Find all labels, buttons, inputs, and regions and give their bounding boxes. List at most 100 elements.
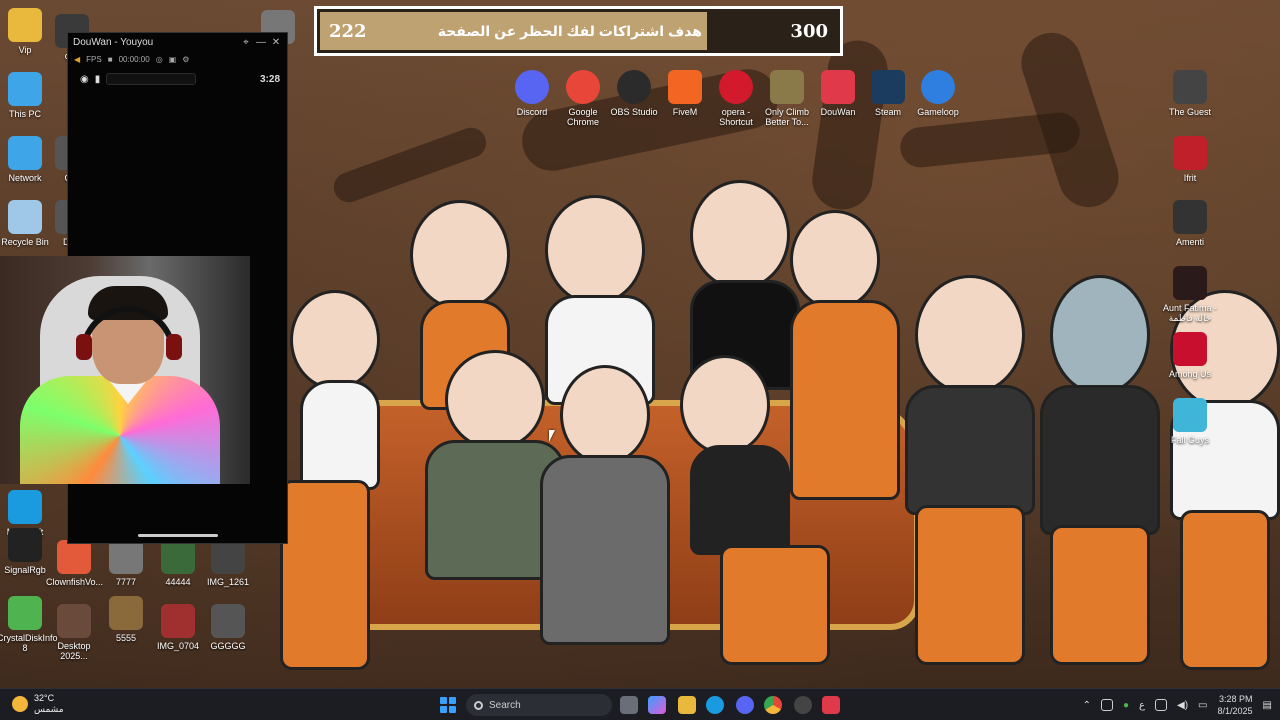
desktop-icon-left-9[interactable]: ClownfishVo... (46, 540, 104, 587)
chevron-up-icon[interactable]: ⌃ (1083, 700, 1091, 711)
desktop-icon-label: 5555 (115, 633, 137, 643)
weather-temp: 32°C (34, 693, 55, 703)
battery-icon[interactable]: ▭ (1198, 700, 1207, 711)
desktop-icon-top-8[interactable]: Gameloop (910, 70, 966, 117)
shortcut-icon (109, 540, 143, 574)
taskbar-clock[interactable]: 3:28 PM 8/1/2025 (1218, 693, 1253, 717)
network-icon[interactable] (1101, 699, 1113, 711)
shortcut-icon (1173, 398, 1207, 432)
taskbar: 32°C مشمس Search ⌃ ● ع ◀) ▭ 3:28 PM 8/1/… (0, 688, 1280, 720)
desktop-icon-top-7[interactable]: Steam (860, 70, 916, 117)
weather-condition: مشمس (34, 704, 64, 714)
desktop-icon-left-2[interactable]: This PC (0, 72, 53, 119)
desktop-icon-top-6[interactable]: DouWan (810, 70, 866, 117)
desktop-icon-right-1[interactable]: Ifrit (1162, 136, 1218, 183)
desktop-icon-left-12[interactable]: IMG_1261 (200, 540, 256, 587)
shortcut-icon (161, 604, 195, 638)
desktop-icon-label: Discord (516, 107, 548, 117)
douwan-titlebar[interactable]: DouWan - Youyou ⌖ — ✕ (68, 33, 287, 51)
notification-icon[interactable]: ▤ (1263, 700, 1272, 711)
settings-icon[interactable]: ⚙ (182, 55, 189, 64)
desktop-icon-label: SignalRgb (4, 565, 46, 575)
douwan-icon (821, 70, 855, 104)
copilot-icon[interactable] (648, 696, 666, 714)
pin-icon[interactable]: ⌖ (240, 37, 252, 48)
goal-label: هدف اشتراكات لفك الحظر عن الصفحة (437, 23, 702, 39)
weather-widget[interactable]: 32°C مشمس (12, 693, 64, 715)
mouse-cursor (549, 430, 555, 442)
desktop-icon-top-3[interactable]: FiveM (657, 70, 713, 117)
shortcut-icon (8, 8, 42, 42)
chrome-icon[interactable] (764, 696, 782, 714)
close-button[interactable]: ✕ (270, 37, 282, 48)
desktop-icon-top-1[interactable]: Google Chrome (555, 70, 611, 127)
desktop-icon-label: Ifrit (1183, 173, 1197, 183)
volume-icon[interactable]: ◀) (1177, 700, 1188, 711)
desktop-icon-label: Fall Guys (1170, 435, 1209, 445)
desktop-icon-right-0[interactable]: The Guest (1162, 70, 1218, 117)
clock-date: 8/1/2025 (1217, 706, 1253, 716)
desktop-icon-label: opera - Shortcut (719, 107, 753, 127)
desktop-icon-label: Network (8, 173, 42, 183)
shortcut-icon (8, 136, 42, 170)
shortcut-icon (8, 528, 42, 562)
chrome-icon (566, 70, 600, 104)
shortcut-icon (8, 596, 42, 630)
discord-icon[interactable] (736, 696, 754, 714)
desktop-icon-label: Recycle Bin (1, 237, 49, 247)
desktop-icon-label: Steam (874, 107, 901, 117)
fullscreen-icon[interactable]: ▣ (169, 55, 177, 64)
language-indicator[interactable]: ع (1139, 700, 1145, 711)
desktop-icon-right-2[interactable]: Amenti (1162, 200, 1218, 247)
shortcut-icon (211, 540, 245, 574)
goal-current-count: 222 (329, 21, 367, 42)
signal-icon: ▮ (94, 73, 101, 85)
desktop-icon-left-16[interactable]: IMG_0704 (150, 604, 206, 651)
wifi-icon: ◉ (80, 73, 89, 85)
record-icon[interactable]: ■ (108, 55, 113, 64)
desktop-icon-label: IMG_1261 (206, 577, 250, 587)
edge-icon[interactable] (706, 696, 724, 714)
desktop-icon-left-14[interactable]: Desktop 2025... (46, 604, 102, 661)
screenshot-icon[interactable]: ◎ (156, 55, 163, 64)
desktop-icon-label: Vip (18, 45, 32, 55)
shortcut-icon (1173, 266, 1207, 300)
phone-home-indicator[interactable] (138, 534, 218, 537)
volume-icon[interactable]: ◀ (74, 55, 80, 64)
shortcut-icon (1173, 136, 1207, 170)
obs-icon[interactable] (794, 696, 812, 714)
douwan-icon[interactable] (822, 696, 840, 714)
desktop-icon-right-4[interactable]: Among Us (1162, 332, 1218, 379)
timer-text: 00:00:00 (118, 54, 150, 64)
desktop-icon-right-3[interactable]: Aunt Fatima - خالة فاطمة (1162, 266, 1218, 323)
microphone-icon[interactable]: ● (1123, 700, 1129, 711)
douwan-title: DouWan - Youyou (73, 36, 154, 48)
minimize-button[interactable]: — (255, 37, 267, 48)
desktop-icon-left-10[interactable]: 7777 (98, 540, 154, 587)
windows-start-button[interactable] (440, 697, 456, 713)
task-view-icon[interactable] (620, 696, 638, 714)
desktop-icon-label: ClownfishVo... (46, 577, 104, 587)
webcam-overlay (0, 256, 250, 484)
sun-icon (12, 696, 28, 712)
desktop-icon-label: The Guest (1168, 107, 1212, 117)
desktop-icon-left-15[interactable]: 5555 (98, 596, 154, 643)
desktop-icon-left-17[interactable]: GGGGG (200, 604, 256, 651)
taskbar-search[interactable]: Search (466, 694, 612, 716)
desktop-icon-label: GGGGG (210, 641, 246, 651)
steam-icon (871, 70, 905, 104)
desktop-icon-label: This PC (8, 109, 41, 119)
desktop-icon-top-4[interactable]: opera - Shortcut (708, 70, 764, 127)
phone-address-bar[interactable] (106, 73, 197, 85)
desktop-icon-left-11[interactable]: 44444 (150, 540, 206, 587)
desktop-icon-right-5[interactable]: Fall Guys (1162, 398, 1218, 445)
system-tray: ⌃ ● ع ◀) ▭ 3:28 PM 8/1/2025 ▤ (1083, 693, 1272, 717)
desktop-icon-top-0[interactable]: Discord (504, 70, 560, 117)
shortcut-icon (1173, 70, 1207, 104)
desktop-icon-top-5[interactable]: Only Climb Better To... (759, 70, 815, 127)
desktop-icon-top-2[interactable]: OBS Studio (606, 70, 662, 117)
file-explorer-icon[interactable] (678, 696, 696, 714)
wifi-icon[interactable] (1155, 699, 1168, 711)
desktop-icon-label: DouWan (820, 107, 856, 117)
desktop-icon-label: 7777 (115, 577, 137, 587)
